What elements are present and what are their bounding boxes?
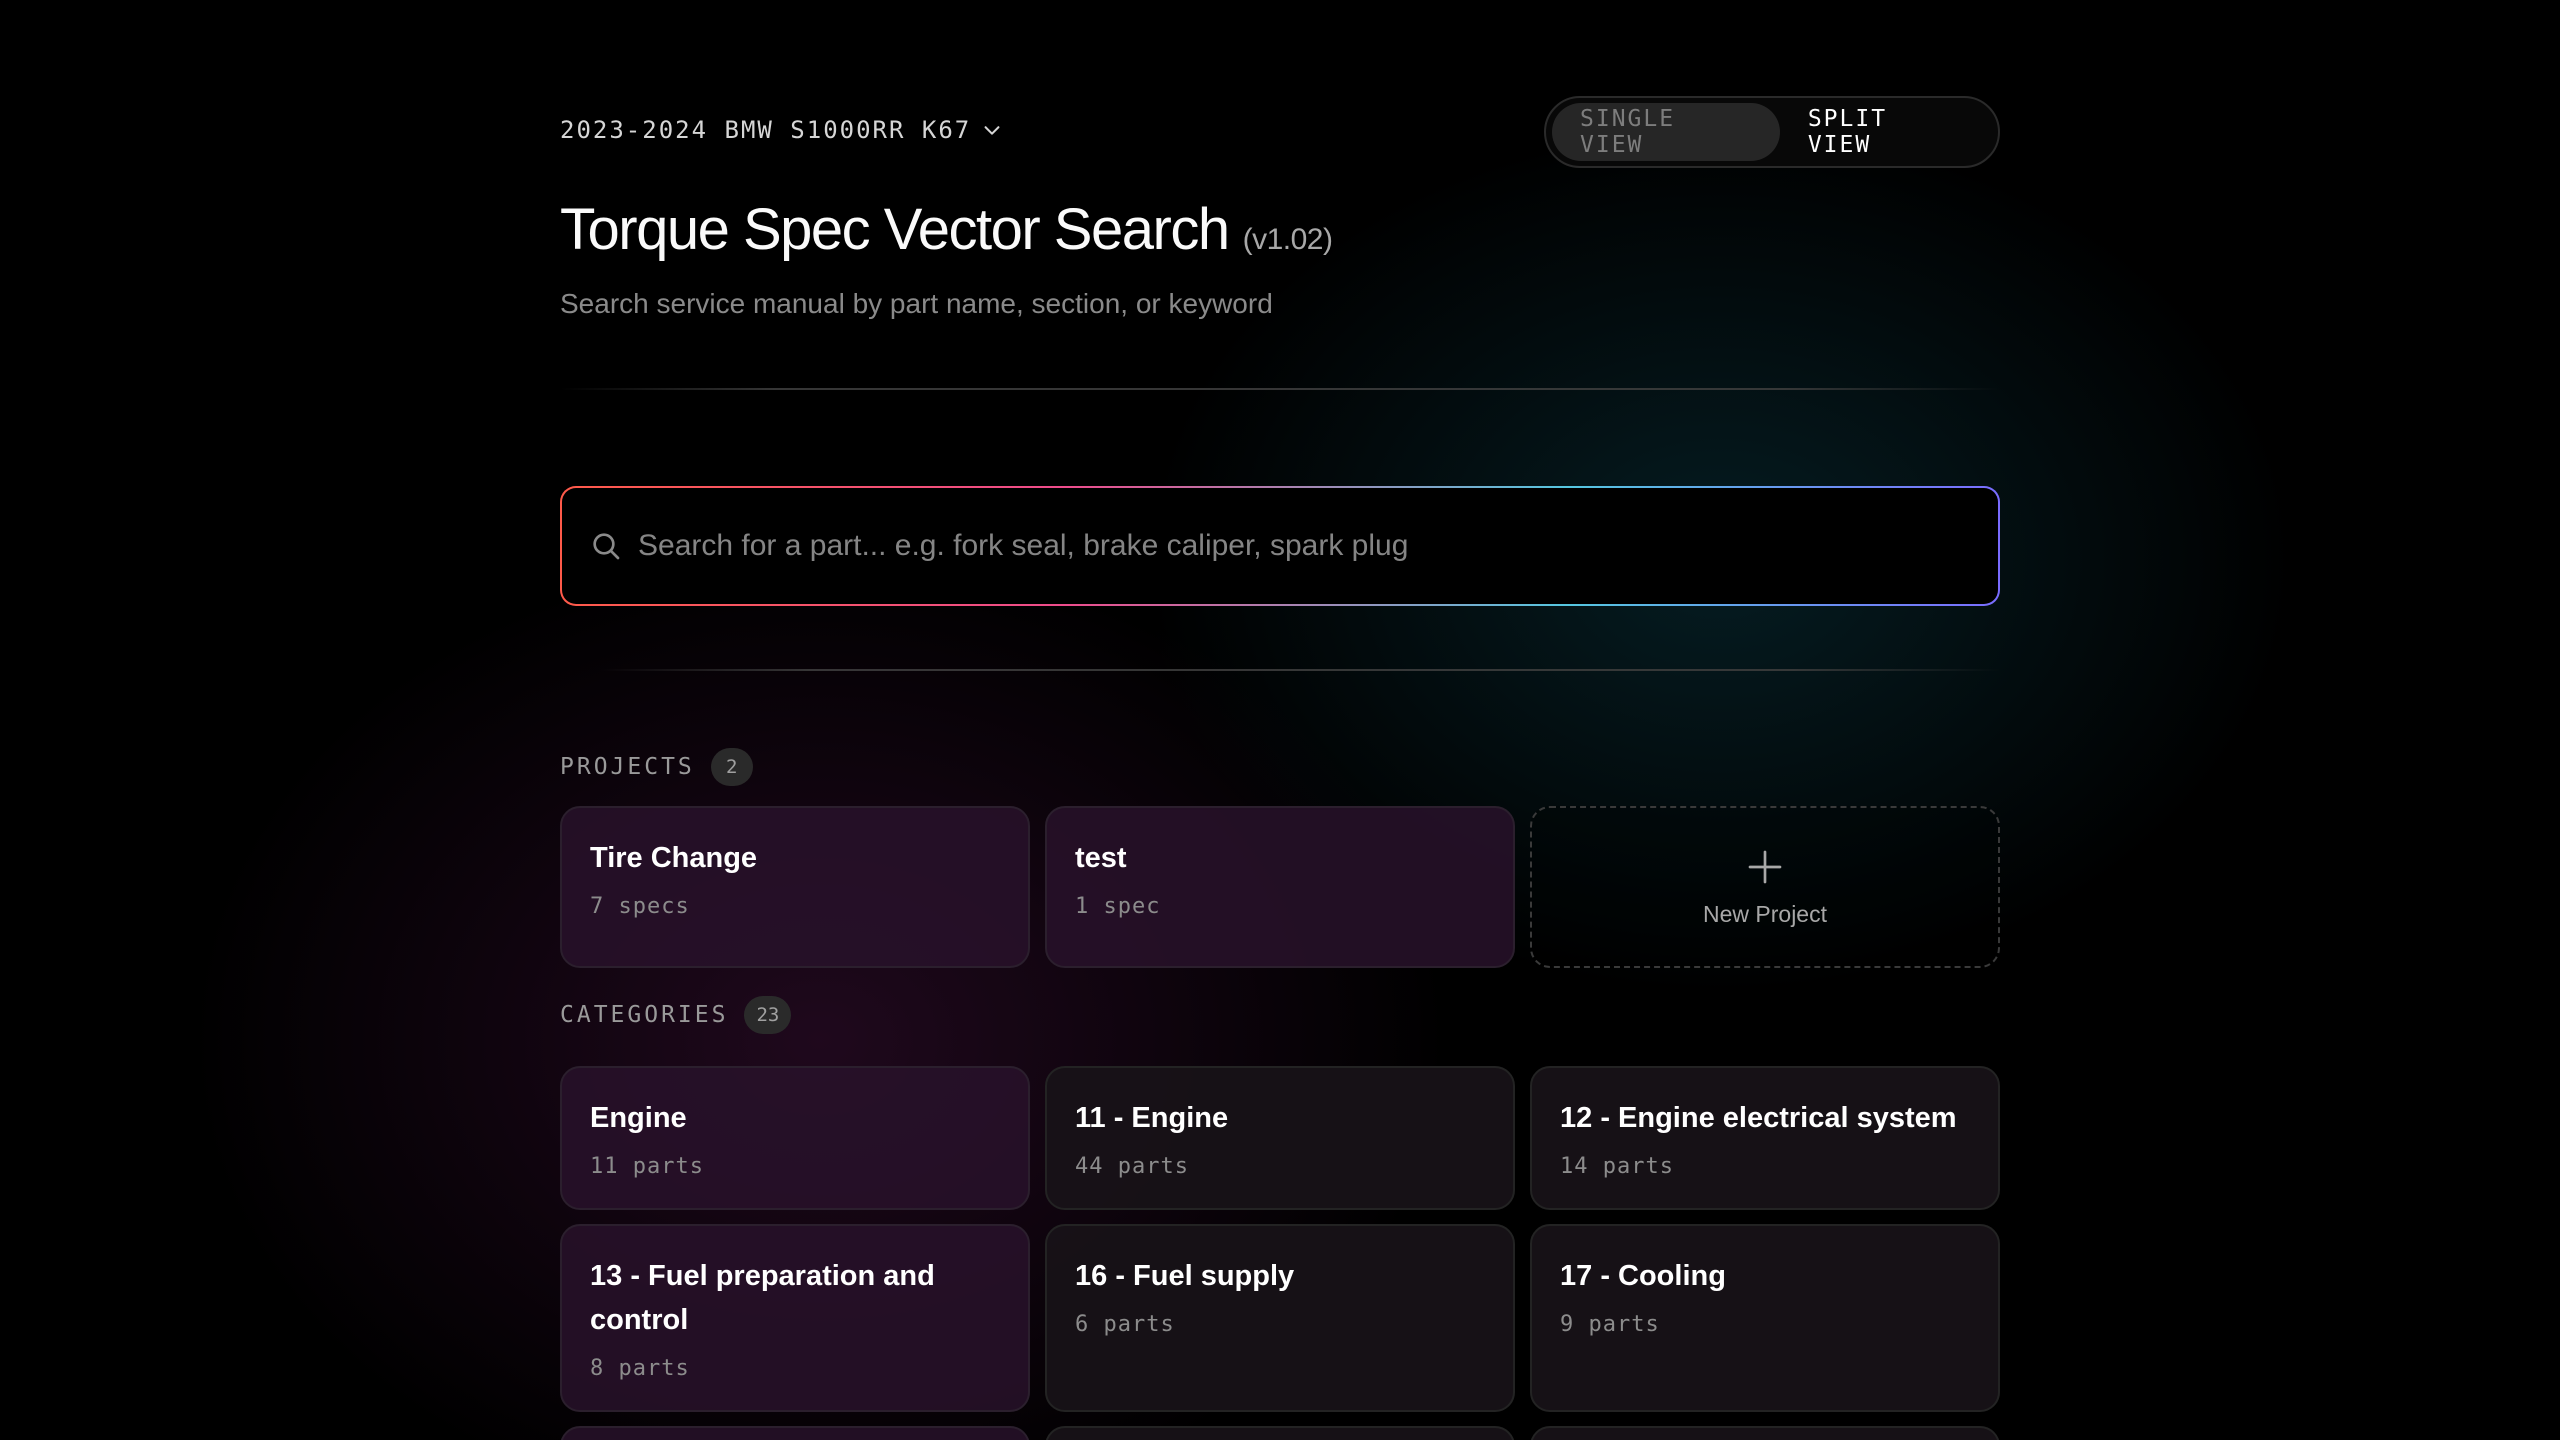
- version-label: (v1.02): [1242, 223, 1333, 256]
- category-card[interactable]: 16 - Fuel supply 6 parts: [1045, 1224, 1515, 1412]
- category-title: 12 - Engine electrical system: [1560, 1102, 1957, 1134]
- search-divider: [600, 669, 2000, 671]
- new-project-button[interactable]: New Project: [1530, 806, 2000, 968]
- vehicle-selector[interactable]: 2023-2024 BMW S1000RR K67: [560, 116, 1003, 144]
- page-title-row: Torque Spec Vector Search (v1.02): [560, 196, 1333, 263]
- page-title: Torque Spec Vector Search: [560, 197, 1230, 262]
- project-card[interactable]: Tire Change 7 specs: [560, 806, 1030, 968]
- category-part-count: 8 parts: [590, 1356, 690, 1381]
- search-box: [560, 486, 2000, 606]
- projects-count-badge: 2: [710, 748, 753, 786]
- chevron-down-icon: [984, 126, 1000, 135]
- category-card[interactable]: Engine 11 parts: [560, 1066, 1030, 1210]
- plus-icon: [1748, 850, 1782, 883]
- project-title: Tire Change: [590, 842, 758, 874]
- category-card[interactable]: [1045, 1426, 1515, 1440]
- search-icon: [593, 533, 620, 560]
- search-box-inner: [562, 488, 1998, 604]
- main-content: 2023-2024 BMW S1000RR K67 SINGLE VIEW SP…: [560, 0, 2000, 1440]
- category-part-count: 6 parts: [1075, 1312, 1175, 1337]
- category-title: 17 - Cooling: [1560, 1260, 1726, 1292]
- category-title: 16 - Fuel supply: [1075, 1260, 1295, 1292]
- category-part-count: 9 parts: [1560, 1312, 1660, 1337]
- category-title: 13 - Fuel preparation and control: [590, 1260, 935, 1336]
- project-spec-count: 7 specs: [590, 894, 690, 919]
- category-title: Engine: [590, 1102, 687, 1134]
- categories-header: CATEGORIES 23: [560, 996, 792, 1034]
- projects-header: PROJECTS 2: [560, 748, 753, 786]
- category-title: 11 - Engine: [1075, 1102, 1229, 1134]
- category-card[interactable]: 17 - Cooling 9 parts: [1530, 1224, 2000, 1412]
- projects-label: PROJECTS: [560, 754, 695, 780]
- categories-count-badge: 23: [744, 996, 792, 1034]
- split-view-button[interactable]: SPLIT VIEW: [1780, 103, 1992, 161]
- category-card[interactable]: 11 - Engine 44 parts: [1045, 1066, 1515, 1210]
- project-spec-count: 1 spec: [1075, 894, 1161, 919]
- category-part-count: 14 parts: [1560, 1154, 1674, 1179]
- header-divider: [560, 388, 2000, 390]
- categories-label: CATEGORIES: [560, 1002, 729, 1028]
- category-card[interactable]: 13 - Fuel preparation and control 8 part…: [560, 1224, 1030, 1412]
- project-card[interactable]: test 1 spec: [1045, 806, 1515, 968]
- view-toggle: SINGLE VIEW SPLIT VIEW: [1544, 96, 2000, 168]
- category-part-count: 44 parts: [1075, 1154, 1189, 1179]
- new-project-label: New Project: [1703, 900, 1827, 927]
- category-card[interactable]: [560, 1426, 1030, 1440]
- page-subtitle: Search service manual by part name, sect…: [560, 288, 1273, 319]
- category-card[interactable]: 12 - Engine electrical system 14 parts: [1530, 1066, 2000, 1210]
- vehicle-label: 2023-2024 BMW S1000RR K67: [560, 116, 972, 144]
- category-part-count: 11 parts: [590, 1154, 704, 1179]
- search-input[interactable]: [638, 529, 1970, 563]
- project-title: test: [1075, 842, 1127, 874]
- category-card[interactable]: [1530, 1426, 2000, 1440]
- single-view-button[interactable]: SINGLE VIEW: [1552, 103, 1780, 161]
